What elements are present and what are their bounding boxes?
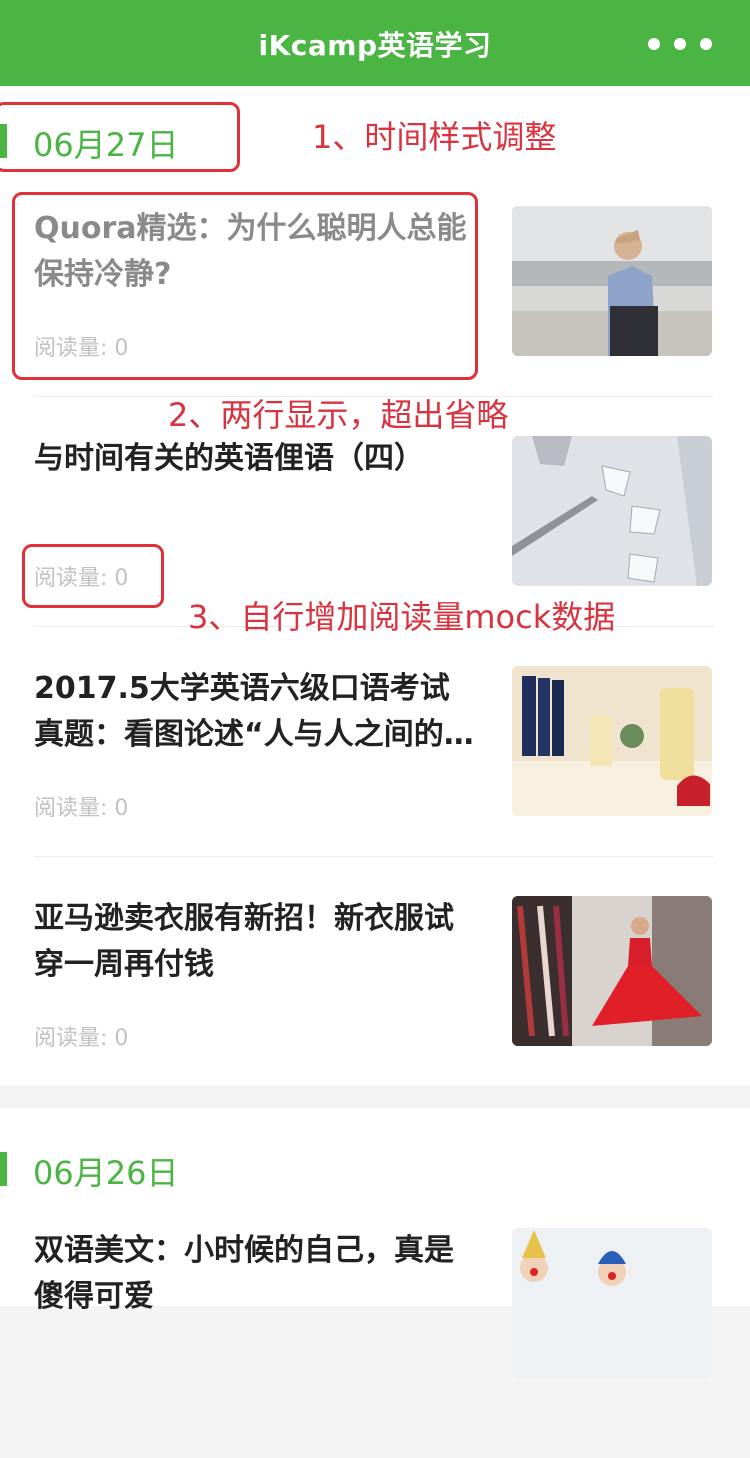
article-title: 双语美文：小时候的自己，真是傻得可爱	[34, 1233, 454, 1314]
nav-bar: iKcamp英语学习	[0, 0, 750, 86]
annotation-text: 3、自行增加阅读量mock数据	[188, 598, 616, 636]
annotation-box	[0, 102, 240, 172]
dot	[674, 38, 686, 50]
date-section: 06月26日 双语美文：小时候的自己，真是傻得可爱	[0, 1108, 750, 1378]
article-title: 2017.5大学英语六级口语考试真题：看图论述“人与人之间的关系”	[34, 671, 474, 752]
more-dots-icon[interactable]	[648, 38, 712, 50]
read-count: 阅读量: 0	[34, 796, 129, 821]
page-title: iKcamp英语学习	[258, 29, 492, 62]
article-thumbnail	[512, 896, 712, 1046]
read-count: 阅读量: 0	[34, 1026, 129, 1051]
article-thumbnail	[512, 206, 712, 356]
article-thumbnail	[512, 436, 712, 586]
article-item[interactable]: 亚马逊卖衣服有新招！新衣服试穿一周再付钱 阅读量: 0	[34, 896, 714, 1126]
date-section: 06月27日 Quora精选：为什么聪明人总能保持冷静? 阅读量: 0 与时间有…	[0, 86, 750, 1086]
dot	[648, 38, 660, 50]
annotation-box	[22, 544, 164, 608]
article-item[interactable]: 双语美文：小时候的自己，真是傻得可爱	[34, 1228, 714, 1458]
divider	[34, 856, 714, 857]
annotation-text: 1、时间样式调整	[312, 118, 557, 156]
annotation-text: 2、两行显示，超出省略	[168, 396, 509, 434]
dot	[700, 38, 712, 50]
article-item[interactable]: 2017.5大学英语六级口语考试真题：看图论述“人与人之间的关系” 阅读量: 0	[34, 666, 714, 896]
article-thumbnail	[512, 666, 712, 816]
date-accent-bar	[0, 1152, 7, 1186]
annotation-box	[12, 192, 478, 380]
article-thumbnail	[512, 1228, 712, 1378]
article-title: 与时间有关的英语俚语（四）	[34, 441, 424, 476]
article-title: 亚马逊卖衣服有新招！新衣服试穿一周再付钱	[34, 901, 454, 982]
date-label: 06月26日	[33, 1154, 179, 1192]
